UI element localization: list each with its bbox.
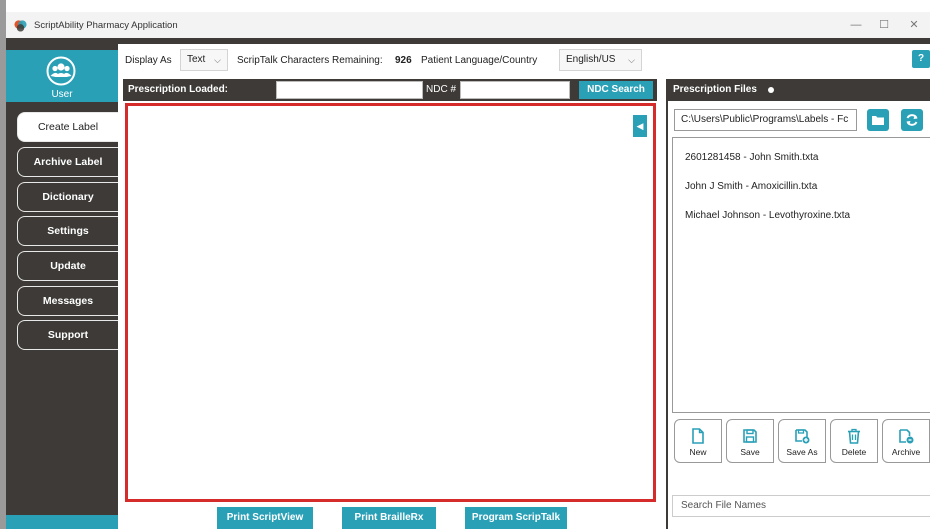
- sidebar-footer: [6, 515, 118, 529]
- trash-icon: [848, 428, 860, 444]
- help-button[interactable]: ?: [912, 50, 930, 68]
- app-logo-icon: [14, 20, 27, 32]
- nav-dictionary[interactable]: Dictionary: [17, 182, 118, 212]
- label-editor[interactable]: [125, 103, 656, 502]
- delete-label: Delete: [841, 447, 867, 457]
- close-button[interactable]: ✕: [899, 16, 929, 34]
- patient-language-label: Patient Language/Country: [421, 55, 538, 66]
- user-profile-button[interactable]: User: [6, 50, 118, 102]
- sidebar: User Create Label Archive Label Dictiona…: [6, 44, 118, 529]
- display-as-value: Text: [187, 54, 206, 65]
- archive-button[interactable]: Archive: [882, 419, 930, 463]
- prescription-bar: Prescription Loaded: NDC # NDC Search: [123, 79, 657, 101]
- file-item[interactable]: Michael Johnson - Levothyroxine.txta: [685, 210, 850, 221]
- users-icon: [46, 56, 76, 86]
- app-window: ScriptAbility Pharmacy Application — ☐ ✕…: [0, 0, 930, 529]
- ndc-search-button[interactable]: NDC Search: [579, 81, 653, 99]
- maximize-button[interactable]: ☐: [869, 16, 899, 34]
- prescription-loaded-field[interactable]: [276, 81, 423, 99]
- nav-update[interactable]: Update: [17, 251, 118, 281]
- new-label: New: [689, 447, 707, 457]
- chars-remaining-value: 926: [395, 55, 412, 66]
- title-bar: ScriptAbility Pharmacy Application — ☐ ✕: [6, 12, 930, 38]
- status-dot-icon: [768, 87, 774, 93]
- ndc-label: NDC #: [426, 84, 457, 95]
- new-file-icon: [692, 428, 704, 444]
- refresh-icon: [906, 114, 918, 126]
- language-select[interactable]: English/US ⌵: [559, 49, 642, 71]
- file-list: 2601281458 - John Smith.txta John J Smit…: [672, 137, 930, 413]
- save-as-label: Save As: [786, 447, 818, 457]
- print-scriptview-button[interactable]: Print ScriptView: [217, 507, 313, 529]
- save-as-icon: [795, 429, 810, 444]
- prescription-files-title: Prescription Files: [673, 84, 757, 95]
- delete-button[interactable]: Delete: [830, 419, 878, 463]
- search-file-names-input[interactable]: Search File Names: [672, 495, 930, 517]
- chevron-down-icon: ⌵: [214, 55, 221, 65]
- folder-icon: [872, 116, 884, 125]
- options-bar: Display As Text ⌵ ScripTalk Characters R…: [118, 44, 930, 76]
- save-as-button[interactable]: Save As: [778, 419, 826, 463]
- nav-messages[interactable]: Messages: [17, 286, 118, 316]
- refresh-button[interactable]: [901, 109, 923, 131]
- chevron-down-icon: ⌵: [628, 55, 635, 65]
- ndc-input[interactable]: [460, 81, 570, 99]
- files-panel-body: C:\Users\Public\Programs\Labels - Fc 260…: [668, 101, 930, 529]
- prescription-files-panel: Prescription Files C:\Users\Public\Progr…: [666, 79, 930, 529]
- window-title: ScriptAbility Pharmacy Application: [34, 20, 178, 31]
- chars-remaining-label: ScripTalk Characters Remaining:: [237, 55, 383, 66]
- collapse-panel-icon[interactable]: ◀: [633, 115, 647, 137]
- user-label: User: [51, 89, 73, 100]
- new-file-button[interactable]: New: [674, 419, 722, 463]
- save-button[interactable]: Save: [726, 419, 774, 463]
- program-scriptalk-button[interactable]: Program ScripTalk: [465, 507, 567, 529]
- browse-folder-button[interactable]: [867, 109, 889, 131]
- print-braillerx-button[interactable]: Print BrailleRx: [342, 507, 436, 529]
- minimize-button[interactable]: —: [841, 16, 871, 34]
- language-value: English/US: [566, 54, 616, 65]
- nav-archive-label[interactable]: Archive Label: [17, 147, 118, 177]
- file-item[interactable]: John J Smith - Amoxicillin.txta: [685, 181, 817, 192]
- save-icon: [743, 429, 757, 443]
- nav-create-label[interactable]: Create Label: [17, 112, 118, 142]
- archive-label: Archive: [891, 447, 921, 457]
- file-item[interactable]: 2601281458 - John Smith.txta: [685, 152, 818, 163]
- display-as-select[interactable]: Text ⌵: [180, 49, 228, 71]
- display-as-label: Display As: [125, 55, 172, 66]
- prescription-loaded-label: Prescription Loaded:: [128, 84, 229, 95]
- archive-icon: [899, 429, 914, 444]
- nav-settings[interactable]: Settings: [17, 216, 118, 246]
- nav-support[interactable]: Support: [17, 320, 118, 350]
- folder-path-field[interactable]: C:\Users\Public\Programs\Labels - Fc: [674, 109, 857, 131]
- save-label: Save: [740, 447, 760, 457]
